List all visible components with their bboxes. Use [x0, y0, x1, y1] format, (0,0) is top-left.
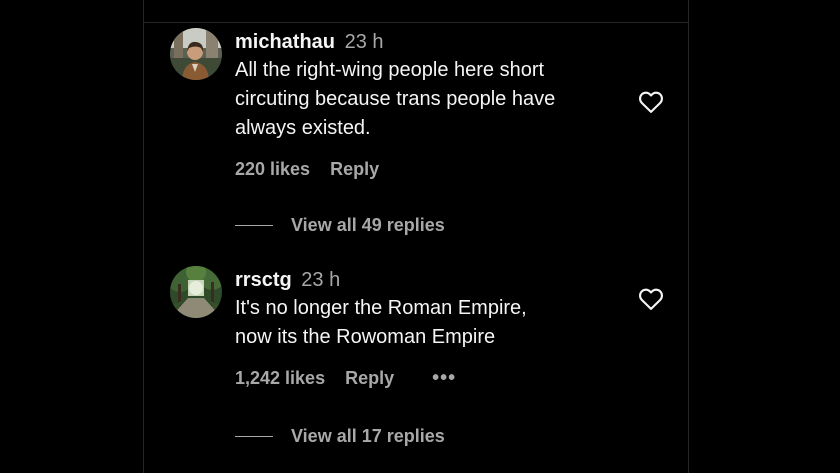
avatar-michathau[interactable]: [170, 28, 222, 80]
likes-count[interactable]: 1,242 likes: [235, 366, 325, 390]
reply-button[interactable]: Reply: [345, 366, 394, 390]
comments-panel: michathau 23 h All the right-wing people…: [143, 0, 689, 473]
username[interactable]: rrsctg: [235, 269, 292, 291]
view-replies-button[interactable]: View all 49 replies: [291, 213, 445, 237]
timestamp[interactable]: 23 h: [345, 31, 384, 53]
reply-button[interactable]: Reply: [330, 157, 379, 181]
comment-header: michathau 23 h: [235, 28, 635, 56]
avatar-rrsctg[interactable]: [170, 266, 222, 318]
replies-divider-line: [235, 435, 273, 437]
heart-outline-icon[interactable]: [637, 88, 665, 116]
top-divider: [144, 22, 688, 23]
view-replies-row[interactable]: View all 17 replies: [235, 424, 445, 448]
more-options-icon[interactable]: •••: [432, 366, 456, 390]
view-replies-row[interactable]: View all 49 replies: [235, 213, 445, 237]
comment-text: It's no longer the Roman Empire, now its…: [235, 297, 527, 348]
comment-text: All the right-wing people here short cir…: [235, 59, 556, 139]
comment-actions: 1,242 likes Reply •••: [235, 366, 635, 390]
timestamp[interactable]: 23 h: [301, 269, 340, 291]
comment-body: michathau 23 h All the right-wing people…: [235, 28, 635, 181]
likes-count[interactable]: 220 likes: [235, 157, 310, 181]
view-replies-button[interactable]: View all 17 replies: [291, 424, 445, 448]
username[interactable]: michathau: [235, 31, 335, 53]
comment-actions: 220 likes Reply: [235, 157, 635, 181]
comment-header: rrsctg 23 h: [235, 266, 635, 294]
page: michathau 23 h All the right-wing people…: [0, 0, 840, 473]
avatar-photo: [170, 28, 222, 80]
replies-divider-line: [235, 224, 273, 226]
avatar-photo: [170, 266, 222, 318]
heart-outline-icon[interactable]: [637, 285, 665, 313]
comment-body: rrsctg 23 h It's no longer the Roman Emp…: [235, 266, 635, 390]
